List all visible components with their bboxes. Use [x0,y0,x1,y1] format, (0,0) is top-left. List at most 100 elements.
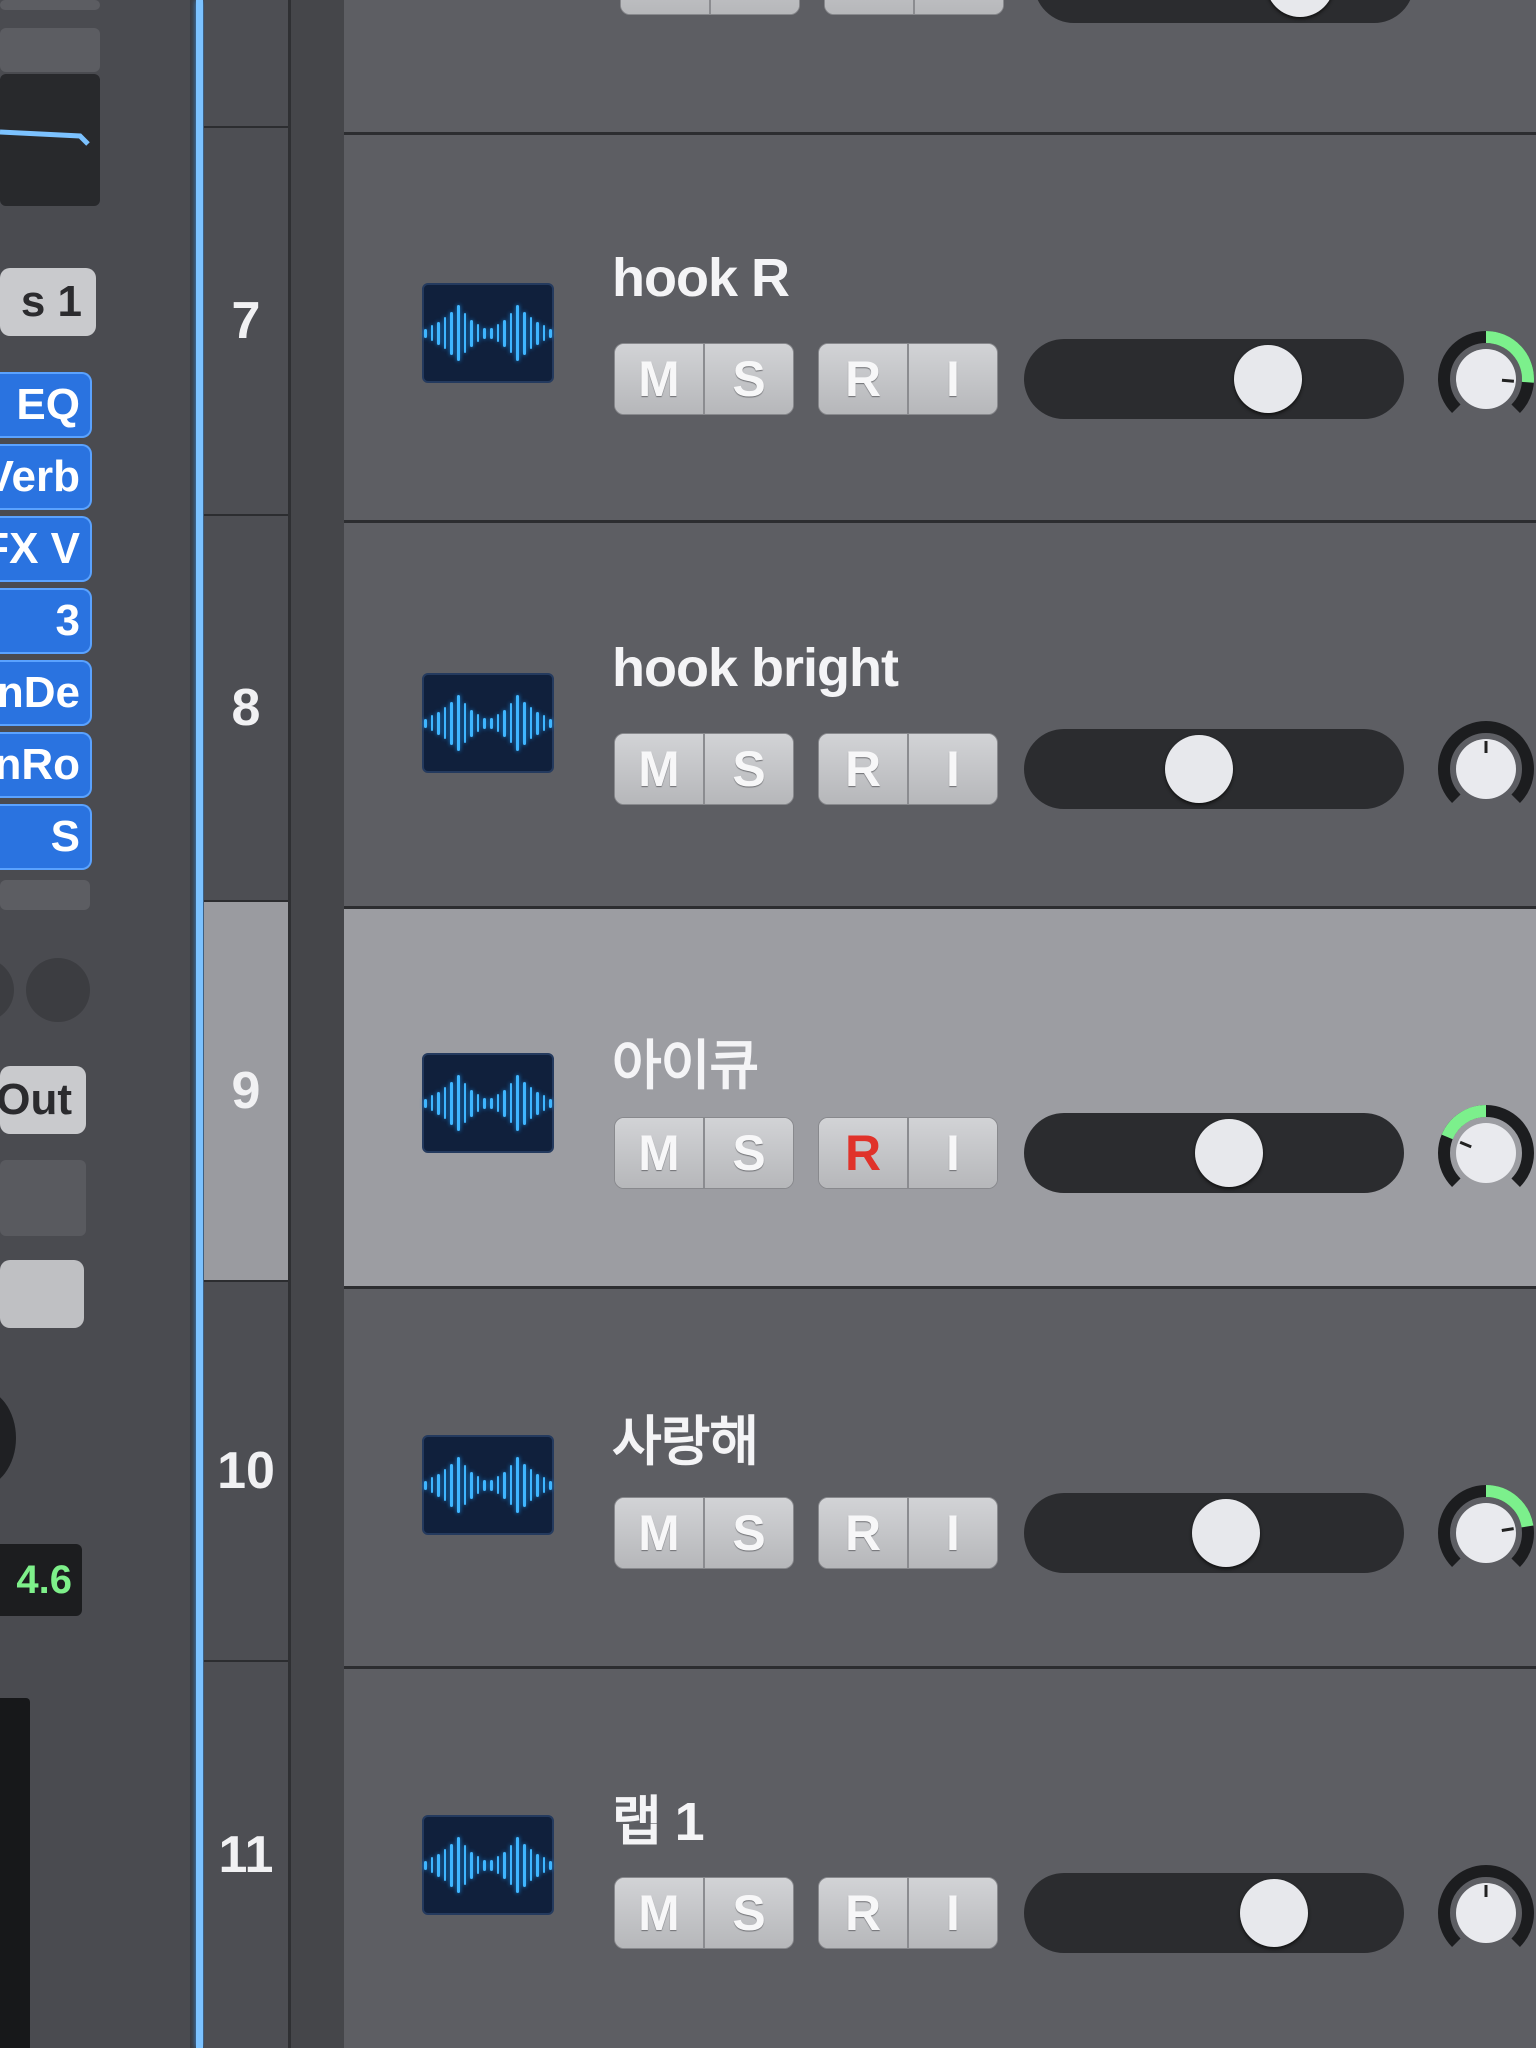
pan-knob-cap [1456,1123,1516,1183]
plugin-slot[interactable]: nDe [0,660,92,726]
input-monitor-button[interactable]: I [907,1878,997,1948]
volume-slider-thumb[interactable] [1234,345,1302,413]
track-name[interactable]: 아이큐 [612,1021,759,1100]
track-header[interactable]: 사랑해 M S R I [344,1286,1536,1666]
mute-button[interactable]: M [615,1498,703,1568]
track-number-cell [204,0,288,128]
track-header-partial[interactable] [344,0,1536,132]
input-monitor-button[interactable]: I [907,1498,997,1568]
volume-slider[interactable] [1024,339,1404,419]
eq-thumbnail[interactable] [0,74,100,206]
track-name[interactable]: hook bright [612,637,899,699]
eq-curve-icon [0,129,90,146]
track-list-divider [288,0,347,2048]
plugin-stack-footer [0,880,90,910]
track-header[interactable]: 아이큐 M S R I [344,906,1536,1286]
bounce-button[interactable] [0,958,14,1022]
solo-button[interactable]: S [703,1878,793,1948]
input-monitor-button[interactable]: I [907,1118,997,1188]
record-enable-button[interactable]: R [819,734,907,804]
volume-slider-thumb[interactable] [1195,1119,1263,1187]
record-input-group: R I [818,343,998,415]
track-number-column: 7 8 9 10 11 [204,0,288,2048]
plugin-slot[interactable]: 3 [0,588,92,654]
track-name[interactable]: hook R [612,247,790,309]
volume-slider-thumb[interactable] [1266,0,1334,17]
pan-knob[interactable] [1436,719,1536,819]
plugin-slot[interactable]: S [0,804,92,870]
track-number[interactable]: 9 [204,902,288,1282]
volume-slider[interactable] [1024,1873,1404,1953]
track-header[interactable]: 랩 1 M S R I [344,1666,1536,2048]
audio-waveform-icon[interactable] [422,1435,554,1535]
solo-button[interactable] [709,0,799,14]
record-input-group: R I [818,1877,998,1949]
input-monitor-button[interactable]: I [907,344,997,414]
plugin-stack: EQ Verb FX V 3 nDe nRo S [0,372,92,876]
record-enable-button[interactable]: R [819,344,907,414]
mute-button[interactable]: M [615,734,703,804]
volume-slider[interactable] [1034,0,1414,23]
mute-button[interactable]: M [615,1118,703,1188]
record-enable-button[interactable]: R [819,1118,907,1188]
volume-slider-thumb[interactable] [1165,735,1233,803]
solo-button[interactable]: S [703,1118,793,1188]
playhead-line[interactable] [196,0,203,2048]
audio-waveform-icon[interactable] [422,673,554,773]
record-input-group: R I [818,1497,998,1569]
pan-knob-cap [1456,1503,1516,1563]
pan-knob[interactable] [1436,1863,1536,1963]
mute-solo-group: M S [614,1497,794,1569]
plugin-slot[interactable]: nRo [0,732,92,798]
volume-slider[interactable] [1024,1113,1404,1193]
plugin-slot[interactable]: FX V [0,516,92,582]
input-monitor-button[interactable]: I [907,734,997,804]
send-slot[interactable]: s 1 [0,268,96,336]
output-slot[interactable]: Out [0,1066,86,1134]
mute-button[interactable] [621,0,709,14]
track-number[interactable]: 11 [204,1662,288,2048]
volume-slider-thumb[interactable] [1240,1879,1308,1947]
group-slot[interactable] [0,1160,86,1236]
track-name[interactable]: 랩 1 [612,1777,705,1856]
audio-waveform-icon[interactable] [422,1815,554,1915]
level-meter [0,1698,30,2048]
automation-mode-slot[interactable] [0,1260,84,1328]
pan-knob[interactable] [1436,329,1536,429]
plugin-slot[interactable]: EQ [0,372,92,438]
pan-knob[interactable] [1436,1483,1536,1583]
volume-slider[interactable] [1024,1493,1404,1573]
mute-button[interactable]: M [615,344,703,414]
track-number[interactable]: 7 [204,128,288,516]
solo-button[interactable]: S [703,344,793,414]
volume-slider-thumb[interactable] [1192,1499,1260,1567]
audio-waveform-icon[interactable] [422,283,554,383]
mute-solo-group: M S [614,1117,794,1189]
audio-waveform-icon[interactable] [422,1053,554,1153]
track-header[interactable]: hook bright M S R I [344,520,1536,906]
pan-knob-indicator [1501,1527,1514,1532]
pan-knob-cap [1456,349,1516,409]
solo-button[interactable]: S [703,1498,793,1568]
record-button[interactable] [825,0,913,14]
track-header[interactable]: hook R M S R I [344,132,1536,520]
volume-slider[interactable] [1024,729,1404,809]
pan-knob-inspector[interactable] [0,1388,16,1488]
solo-button[interactable]: S [703,734,793,804]
record-enable-button[interactable]: R [819,1498,907,1568]
track-number[interactable]: 10 [204,1282,288,1662]
record-input-group [824,0,1004,15]
mute-button[interactable]: M [615,1878,703,1948]
pan-knob[interactable] [1436,1103,1536,1203]
inspector-panel: s 1 EQ Verb FX V 3 nDe nRo S Out 4.6 [0,0,190,2048]
track-number[interactable]: 8 [204,516,288,902]
pan-knob-indicator [1501,378,1515,383]
record-enable-button[interactable]: R [819,1878,907,1948]
mute-solo-group [620,0,800,15]
track-name[interactable]: 사랑해 [612,1397,759,1476]
record-input-group: R I [818,733,998,805]
mute-solo-group: M S [614,1877,794,1949]
automation-button[interactable] [26,958,90,1022]
plugin-slot[interactable]: Verb [0,444,92,510]
input-monitor-button[interactable] [913,0,1003,14]
